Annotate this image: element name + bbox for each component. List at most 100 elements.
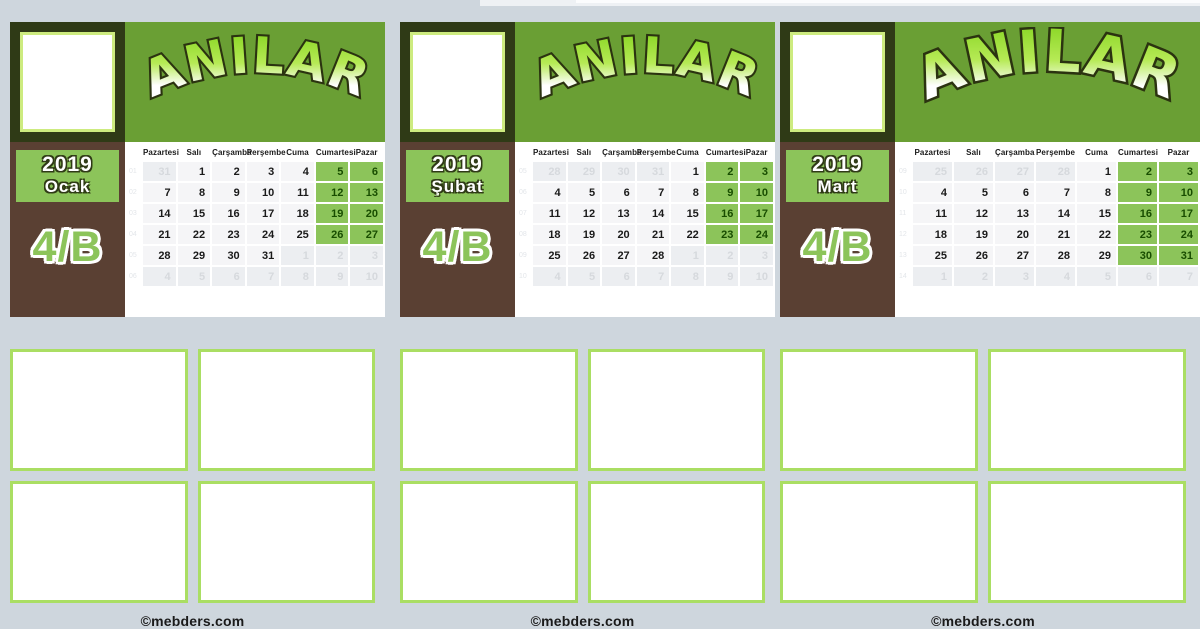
calendar-day-cell[interactable]: 14: [636, 204, 670, 223]
calendar-day-cell[interactable]: 13: [602, 204, 635, 223]
calendar-day-cell[interactable]: 21: [636, 225, 670, 244]
calendar-day-cell[interactable]: 25: [281, 225, 314, 244]
calendar-day-cell[interactable]: 5: [177, 267, 211, 286]
calendar-day-cell[interactable]: 6: [212, 267, 245, 286]
calendar-day-cell[interactable]: 25: [533, 246, 566, 265]
calendar-day-cell[interactable]: 17: [740, 204, 773, 223]
calendar-day-cell[interactable]: 4: [533, 183, 566, 202]
calendar-day-cell[interactable]: 2: [705, 162, 739, 181]
calendar-day-cell[interactable]: 9: [315, 267, 349, 286]
calendar-day-cell[interactable]: 26: [954, 162, 993, 181]
photo-slot[interactable]: [587, 349, 765, 471]
calendar-day-cell[interactable]: 4: [281, 162, 314, 181]
calendar-day-cell[interactable]: 4: [913, 183, 952, 202]
photo-slot[interactable]: [10, 481, 188, 603]
photo-slot[interactable]: [780, 349, 978, 471]
calendar-day-cell[interactable]: 2: [212, 162, 245, 181]
calendar-day-cell[interactable]: 3: [246, 162, 280, 181]
calendar-day-cell[interactable]: 1: [913, 267, 952, 286]
calendar-day-cell[interactable]: 5: [1077, 267, 1116, 286]
calendar-day-cell[interactable]: 20: [602, 225, 635, 244]
calendar-day-cell[interactable]: 24: [246, 225, 280, 244]
calendar-day-cell[interactable]: 7: [143, 183, 176, 202]
calendar-day-cell[interactable]: 19: [954, 225, 993, 244]
calendar-day-cell[interactable]: 2: [315, 246, 349, 265]
photo-slot[interactable]: [988, 481, 1186, 603]
calendar-day-cell[interactable]: 24: [1159, 225, 1198, 244]
calendar-day-cell[interactable]: 8: [671, 267, 704, 286]
calendar-day-cell[interactable]: 2: [954, 267, 993, 286]
photo-slot[interactable]: [400, 349, 578, 471]
calendar-day-cell[interactable]: 15: [177, 204, 211, 223]
calendar-day-cell[interactable]: 9: [705, 183, 739, 202]
calendar-day-cell[interactable]: 27: [602, 246, 635, 265]
photo-slot[interactable]: [400, 481, 578, 603]
calendar-day-cell[interactable]: 17: [246, 204, 280, 223]
calendar-day-cell[interactable]: 6: [995, 183, 1034, 202]
calendar-day-cell[interactable]: 10: [740, 267, 773, 286]
calendar-day-cell[interactable]: 1: [671, 246, 704, 265]
calendar-day-cell[interactable]: 6: [1118, 267, 1157, 286]
calendar-day-cell[interactable]: 23: [1118, 225, 1157, 244]
calendar-day-cell[interactable]: 18: [281, 204, 314, 223]
calendar-day-cell[interactable]: 6: [602, 267, 635, 286]
calendar-day-cell[interactable]: 6: [602, 183, 635, 202]
calendar-day-cell[interactable]: 11: [913, 204, 952, 223]
calendar-day-cell[interactable]: 30: [212, 246, 245, 265]
calendar-day-cell[interactable]: 3: [740, 162, 773, 181]
calendar-day-cell[interactable]: 14: [143, 204, 176, 223]
calendar-day-cell[interactable]: 9: [705, 267, 739, 286]
calendar-day-cell[interactable]: 7: [246, 267, 280, 286]
calendar-day-cell[interactable]: 22: [671, 225, 704, 244]
calendar-day-cell[interactable]: 8: [177, 183, 211, 202]
calendar-day-cell[interactable]: 20: [350, 204, 383, 223]
calendar-day-cell[interactable]: 7: [1036, 183, 1075, 202]
calendar-day-cell[interactable]: 3: [1159, 162, 1198, 181]
calendar-day-cell[interactable]: 11: [533, 204, 566, 223]
calendar-day-cell[interactable]: 31: [636, 162, 670, 181]
calendar-day-cell[interactable]: 5: [567, 183, 601, 202]
calendar-day-cell[interactable]: 4: [143, 267, 176, 286]
calendar-day-cell[interactable]: 11: [281, 183, 314, 202]
calendar-day-cell[interactable]: 16: [1118, 204, 1157, 223]
calendar-day-cell[interactable]: 31: [143, 162, 176, 181]
header-photo-frame[interactable]: [780, 22, 895, 142]
calendar-day-cell[interactable]: 7: [636, 183, 670, 202]
calendar-day-cell[interactable]: 28: [533, 162, 566, 181]
header-photo-frame[interactable]: [400, 22, 515, 142]
header-photo-placeholder[interactable]: [20, 32, 115, 132]
calendar-day-cell[interactable]: 13: [350, 183, 383, 202]
calendar-day-cell[interactable]: 7: [636, 267, 670, 286]
calendar-day-cell[interactable]: 3: [350, 246, 383, 265]
calendar-day-cell[interactable]: 28: [143, 246, 176, 265]
calendar-day-cell[interactable]: 16: [212, 204, 245, 223]
calendar-day-cell[interactable]: 19: [567, 225, 601, 244]
calendar-day-cell[interactable]: 1: [177, 162, 211, 181]
calendar-day-cell[interactable]: 8: [1077, 183, 1116, 202]
calendar-day-cell[interactable]: 10: [246, 183, 280, 202]
calendar-day-cell[interactable]: 13: [995, 204, 1034, 223]
calendar-day-cell[interactable]: 23: [212, 225, 245, 244]
calendar-day-cell[interactable]: 22: [177, 225, 211, 244]
calendar-day-cell[interactable]: 20: [995, 225, 1034, 244]
calendar-day-cell[interactable]: 12: [954, 204, 993, 223]
calendar-day-cell[interactable]: 31: [246, 246, 280, 265]
photo-slot[interactable]: [780, 481, 978, 603]
calendar-day-cell[interactable]: 7: [1159, 267, 1198, 286]
calendar-day-cell[interactable]: 22: [1077, 225, 1116, 244]
header-photo-placeholder[interactable]: [410, 32, 505, 132]
calendar-day-cell[interactable]: 3: [995, 267, 1034, 286]
calendar-day-cell[interactable]: 15: [671, 204, 704, 223]
calendar-day-cell[interactable]: 27: [350, 225, 383, 244]
calendar-day-cell[interactable]: 26: [954, 246, 993, 265]
calendar-day-cell[interactable]: 28: [1036, 162, 1075, 181]
photo-slot[interactable]: [197, 481, 375, 603]
calendar-day-cell[interactable]: 28: [636, 246, 670, 265]
calendar-day-cell[interactable]: 4: [1036, 267, 1075, 286]
calendar-day-cell[interactable]: 10: [740, 183, 773, 202]
calendar-day-cell[interactable]: 31: [1159, 246, 1198, 265]
photo-slot[interactable]: [587, 481, 765, 603]
calendar-day-cell[interactable]: 30: [602, 162, 635, 181]
calendar-day-cell[interactable]: 2: [1118, 162, 1157, 181]
calendar-day-cell[interactable]: 12: [315, 183, 349, 202]
